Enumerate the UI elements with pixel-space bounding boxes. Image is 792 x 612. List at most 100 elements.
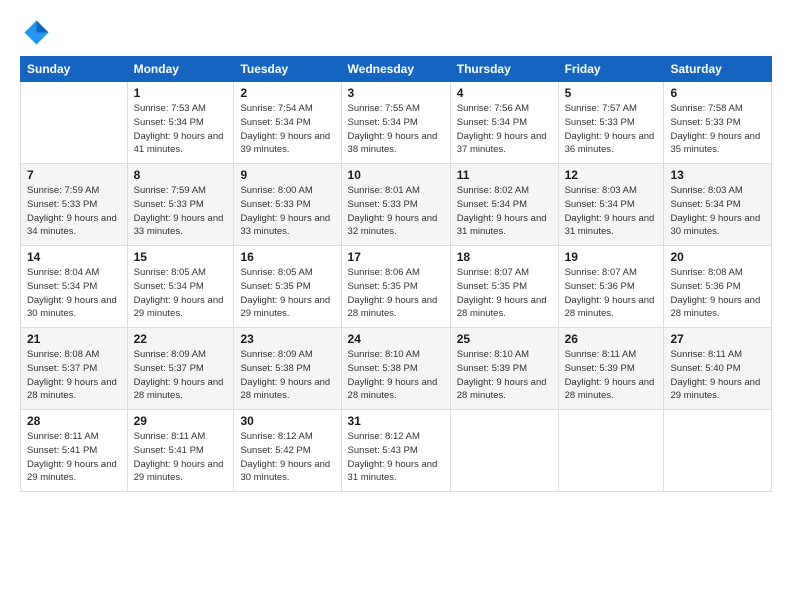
day-number: 12 <box>565 168 658 182</box>
day-number: 2 <box>240 86 334 100</box>
cell-info: Sunrise: 8:05 AMSunset: 5:35 PMDaylight:… <box>240 266 334 321</box>
day-number: 26 <box>565 332 658 346</box>
logo <box>20 16 54 46</box>
calendar-cell <box>558 410 664 492</box>
day-number: 3 <box>348 86 444 100</box>
cell-info: Sunrise: 8:03 AMSunset: 5:34 PMDaylight:… <box>565 184 658 239</box>
calendar-cell: 23 Sunrise: 8:09 AMSunset: 5:38 PMDayligh… <box>234 328 341 410</box>
day-number: 16 <box>240 250 334 264</box>
header-row: SundayMondayTuesdayWednesdayThursdayFrid… <box>21 57 772 82</box>
col-header-friday: Friday <box>558 57 664 82</box>
cell-info: Sunrise: 7:56 AMSunset: 5:34 PMDaylight:… <box>457 102 552 157</box>
week-row-0: 1 Sunrise: 7:53 AMSunset: 5:34 PMDaylight… <box>21 82 772 164</box>
cell-info: Sunrise: 7:59 AMSunset: 5:33 PMDaylight:… <box>134 184 228 239</box>
calendar-cell: 27 Sunrise: 8:11 AMSunset: 5:40 PMDayligh… <box>664 328 772 410</box>
page: SundayMondayTuesdayWednesdayThursdayFrid… <box>0 0 792 612</box>
week-row-1: 7Sunrise: 7:59 AMSunset: 5:33 PMDaylight… <box>21 164 772 246</box>
col-header-tuesday: Tuesday <box>234 57 341 82</box>
calendar-cell: 17 Sunrise: 8:06 AMSunset: 5:35 PMDayligh… <box>341 246 450 328</box>
col-header-saturday: Saturday <box>664 57 772 82</box>
cell-info: Sunrise: 8:11 AMSunset: 5:39 PMDaylight:… <box>565 348 658 403</box>
cell-info: Sunrise: 7:54 AMSunset: 5:34 PMDaylight:… <box>240 102 334 157</box>
calendar-cell: 26 Sunrise: 8:11 AMSunset: 5:39 PMDayligh… <box>558 328 664 410</box>
header <box>20 16 772 46</box>
cell-info: Sunrise: 8:07 AMSunset: 5:36 PMDaylight:… <box>565 266 658 321</box>
cell-info: Sunrise: 7:53 AMSunset: 5:34 PMDaylight:… <box>134 102 228 157</box>
calendar-cell: 16 Sunrise: 8:05 AMSunset: 5:35 PMDayligh… <box>234 246 341 328</box>
calendar-cell: 11 Sunrise: 8:02 AMSunset: 5:34 PMDayligh… <box>450 164 558 246</box>
cell-info: Sunrise: 7:55 AMSunset: 5:34 PMDaylight:… <box>348 102 444 157</box>
cell-info: Sunrise: 8:00 AMSunset: 5:33 PMDaylight:… <box>240 184 334 239</box>
cell-info: Sunrise: 8:11 AMSunset: 5:41 PMDaylight:… <box>134 430 228 485</box>
cell-info: Sunrise: 8:02 AMSunset: 5:34 PMDaylight:… <box>457 184 552 239</box>
cell-info: Sunrise: 8:04 AMSunset: 5:34 PMDaylight:… <box>27 266 121 321</box>
cell-info: Sunrise: 8:08 AMSunset: 5:37 PMDaylight:… <box>27 348 121 403</box>
cell-info: Sunrise: 8:09 AMSunset: 5:37 PMDaylight:… <box>134 348 228 403</box>
calendar-cell: 14 Sunrise: 8:04 AMSunset: 5:34 PMDayligh… <box>21 246 128 328</box>
calendar-table: SundayMondayTuesdayWednesdayThursdayFrid… <box>20 56 772 492</box>
calendar-cell: 22 Sunrise: 8:09 AMSunset: 5:37 PMDayligh… <box>127 328 234 410</box>
calendar-cell: 6Sunrise: 7:58 AMSunset: 5:33 PMDaylight… <box>664 82 772 164</box>
calendar-cell: 15Sunrise: 8:05 AMSunset: 5:34 PMDayligh… <box>127 246 234 328</box>
day-number: 22 <box>134 332 228 346</box>
week-row-4: 28Sunrise: 8:11 AMSunset: 5:41 PMDayligh… <box>21 410 772 492</box>
day-number: 4 <box>457 86 552 100</box>
day-number: 27 <box>670 332 765 346</box>
cell-info: Sunrise: 8:12 AMSunset: 5:42 PMDaylight:… <box>240 430 334 485</box>
day-number: 19 <box>565 250 658 264</box>
calendar-cell: 2 Sunrise: 7:54 AMSunset: 5:34 PMDaylight… <box>234 82 341 164</box>
day-number: 6 <box>670 86 765 100</box>
cell-info: Sunrise: 8:06 AMSunset: 5:35 PMDaylight:… <box>348 266 444 321</box>
calendar-cell: 5 Sunrise: 7:57 AMSunset: 5:33 PMDaylight… <box>558 82 664 164</box>
day-number: 18 <box>457 250 552 264</box>
cell-info: Sunrise: 8:11 AMSunset: 5:40 PMDaylight:… <box>670 348 765 403</box>
cell-info: Sunrise: 7:59 AMSunset: 5:33 PMDaylight:… <box>27 184 121 239</box>
day-number: 10 <box>348 168 444 182</box>
day-number: 13 <box>670 168 765 182</box>
day-number: 9 <box>240 168 334 182</box>
cell-info: Sunrise: 8:11 AMSunset: 5:41 PMDaylight:… <box>27 430 121 485</box>
cell-info: Sunrise: 8:12 AMSunset: 5:43 PMDaylight:… <box>348 430 444 485</box>
day-number: 1 <box>134 86 228 100</box>
day-number: 23 <box>240 332 334 346</box>
calendar-cell: 31Sunrise: 8:12 AMSunset: 5:43 PMDayligh… <box>341 410 450 492</box>
day-number: 11 <box>457 168 552 182</box>
col-header-sunday: Sunday <box>21 57 128 82</box>
logo-icon <box>20 16 50 46</box>
calendar-cell: 20 Sunrise: 8:08 AMSunset: 5:36 PMDayligh… <box>664 246 772 328</box>
cell-info: Sunrise: 8:10 AMSunset: 5:39 PMDaylight:… <box>457 348 552 403</box>
calendar-cell: 19 Sunrise: 8:07 AMSunset: 5:36 PMDayligh… <box>558 246 664 328</box>
day-number: 14 <box>27 250 121 264</box>
calendar-cell: 30Sunrise: 8:12 AMSunset: 5:42 PMDayligh… <box>234 410 341 492</box>
calendar-cell: 13 Sunrise: 8:03 AMSunset: 5:34 PMDayligh… <box>664 164 772 246</box>
cell-info: Sunrise: 8:03 AMSunset: 5:34 PMDaylight:… <box>670 184 765 239</box>
day-number: 17 <box>348 250 444 264</box>
day-number: 29 <box>134 414 228 428</box>
calendar-cell: 4 Sunrise: 7:56 AMSunset: 5:34 PMDaylight… <box>450 82 558 164</box>
calendar-cell: 28Sunrise: 8:11 AMSunset: 5:41 PMDayligh… <box>21 410 128 492</box>
calendar-cell: 21 Sunrise: 8:08 AMSunset: 5:37 PMDayligh… <box>21 328 128 410</box>
calendar-cell: 12 Sunrise: 8:03 AMSunset: 5:34 PMDayligh… <box>558 164 664 246</box>
day-number: 15 <box>134 250 228 264</box>
week-row-2: 14 Sunrise: 8:04 AMSunset: 5:34 PMDayligh… <box>21 246 772 328</box>
calendar-cell: 1 Sunrise: 7:53 AMSunset: 5:34 PMDaylight… <box>127 82 234 164</box>
col-header-wednesday: Wednesday <box>341 57 450 82</box>
day-number: 20 <box>670 250 765 264</box>
cell-info: Sunrise: 8:09 AMSunset: 5:38 PMDaylight:… <box>240 348 334 403</box>
cell-info: Sunrise: 8:08 AMSunset: 5:36 PMDaylight:… <box>670 266 765 321</box>
col-header-thursday: Thursday <box>450 57 558 82</box>
calendar-cell: 9 Sunrise: 8:00 AMSunset: 5:33 PMDaylight… <box>234 164 341 246</box>
calendar-cell: 24 Sunrise: 8:10 AMSunset: 5:38 PMDayligh… <box>341 328 450 410</box>
week-row-3: 21 Sunrise: 8:08 AMSunset: 5:37 PMDayligh… <box>21 328 772 410</box>
calendar-cell: 10 Sunrise: 8:01 AMSunset: 5:33 PMDayligh… <box>341 164 450 246</box>
cell-info: Sunrise: 7:57 AMSunset: 5:33 PMDaylight:… <box>565 102 658 157</box>
cell-info: Sunrise: 8:10 AMSunset: 5:38 PMDaylight:… <box>348 348 444 403</box>
calendar-cell: 29 Sunrise: 8:11 AMSunset: 5:41 PMDayligh… <box>127 410 234 492</box>
day-number: 8 <box>134 168 228 182</box>
col-header-monday: Monday <box>127 57 234 82</box>
calendar-cell: 8 Sunrise: 7:59 AMSunset: 5:33 PMDaylight… <box>127 164 234 246</box>
day-number: 24 <box>348 332 444 346</box>
day-number: 5 <box>565 86 658 100</box>
day-number: 21 <box>27 332 121 346</box>
cell-info: Sunrise: 8:01 AMSunset: 5:33 PMDaylight:… <box>348 184 444 239</box>
